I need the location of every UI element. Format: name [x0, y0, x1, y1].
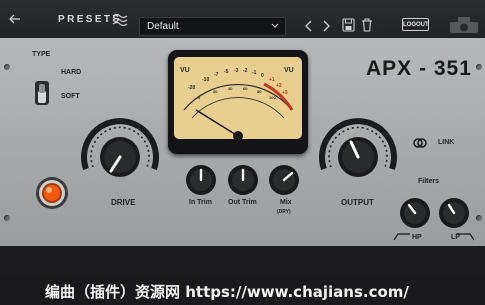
vu-lower-tick: 40 — [228, 86, 233, 91]
type-toggle-switch[interactable] — [34, 80, 50, 106]
panel-screw — [4, 64, 10, 70]
chevron-down-icon — [271, 23, 279, 28]
vu-right-label: VU — [284, 67, 294, 74]
hp-label: HP — [412, 234, 422, 241]
type-soft-label: SOFT — [61, 93, 80, 100]
vu-lower-tick: 100 — [269, 95, 276, 100]
logout-button[interactable]: LOGOUT — [402, 18, 429, 31]
drive-knob[interactable] — [78, 111, 162, 195]
trash-icon[interactable] — [361, 18, 373, 32]
vu-tick: -10 — [202, 77, 210, 83]
brand-logo-icon — [450, 17, 478, 33]
mix-dry-label: (DRY) — [277, 209, 291, 215]
vu-tick: +2 — [276, 83, 282, 89]
type-label: TYPE — [32, 51, 51, 58]
hp-filter-knob[interactable] — [399, 197, 431, 229]
vu-tick: 0 — [261, 73, 264, 79]
vu-meter: VU VU -20 -10 -7 -5 -3 -2 -1 0 +1 +2 +3 … — [168, 50, 308, 154]
vu-lower-tick: 80 — [257, 89, 262, 94]
model-title: APX - 351 — [366, 57, 472, 80]
vu-tick: +1 — [269, 77, 275, 83]
vu-lower-tick: 20 — [213, 89, 218, 94]
output-knob[interactable] — [316, 111, 400, 195]
out-trim-knob[interactable] — [227, 164, 259, 196]
vu-lower-tick: 60 — [243, 86, 248, 91]
panel-screw — [476, 215, 482, 221]
filters-label: Filters — [418, 178, 440, 185]
vu-tick: -2 — [243, 68, 248, 74]
vu-lower-tick: 0 — [198, 95, 201, 100]
save-icon[interactable] — [342, 18, 355, 32]
collapse-arrow-icon[interactable] — [8, 13, 22, 25]
lp-filter-knob[interactable] — [438, 197, 470, 229]
panel-screw — [476, 64, 482, 70]
previous-preset-icon[interactable] — [303, 20, 315, 32]
panel-screw — [4, 215, 10, 221]
vu-tick: -20 — [188, 85, 196, 91]
vu-left-label: VU — [180, 67, 190, 74]
preset-toolbar: PRESETS Default LOGOUT — [0, 0, 485, 39]
vu-tick: -1 — [252, 70, 257, 76]
vu-tick: -5 — [224, 69, 229, 75]
mix-label: Mix — [280, 199, 292, 206]
out-trim-label: Out Trim — [228, 199, 257, 206]
vu-tick: -7 — [214, 72, 219, 78]
in-trim-knob[interactable] — [185, 164, 217, 196]
output-label: OUTPUT — [341, 198, 374, 207]
type-hard-label: HARD — [61, 69, 82, 76]
vu-tick: -3 — [234, 68, 239, 74]
link-label: LINK — [438, 139, 455, 146]
preset-select[interactable]: Default — [139, 17, 286, 36]
lp-label: LP — [451, 234, 460, 241]
watermark-text: 编曲（插件）资源网 https://www.chajians.com/ — [45, 283, 409, 301]
power-lamp — [36, 177, 68, 209]
presets-menu-icon[interactable] — [112, 12, 128, 26]
next-preset-icon[interactable] — [320, 20, 332, 32]
in-trim-label: In Trim — [189, 199, 212, 206]
mix-knob[interactable] — [268, 164, 300, 196]
drive-label: DRIVE — [111, 198, 136, 207]
preset-value: Default — [147, 21, 179, 32]
filter-brackets — [393, 233, 475, 241]
link-icon[interactable] — [412, 137, 428, 149]
vu-tick: +3 — [282, 90, 288, 96]
